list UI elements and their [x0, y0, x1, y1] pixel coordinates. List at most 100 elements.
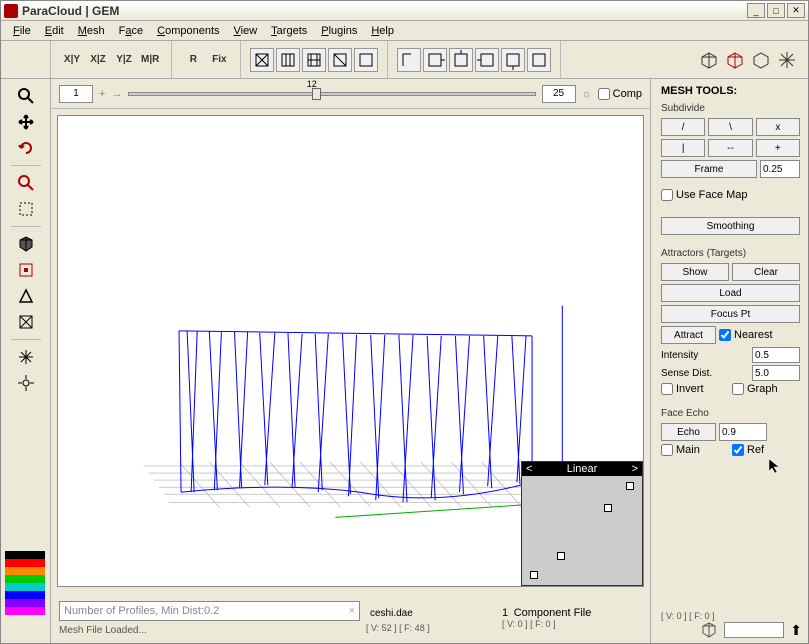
linear-title: Linear: [532, 463, 631, 475]
plus-icon[interactable]: +: [99, 88, 105, 100]
menu-targets[interactable]: Targets: [265, 23, 313, 39]
select-window-tool[interactable]: [15, 198, 37, 220]
sense-dist-label: Sense Dist.: [661, 368, 748, 379]
menubar: File Edit Mesh Face Components View Targ…: [1, 21, 808, 41]
echo-input[interactable]: [719, 423, 767, 441]
curve-point-1[interactable]: [626, 482, 634, 490]
slider-handle[interactable]: [312, 88, 321, 100]
use-face-map-checkbox[interactable]: Use Face Map: [661, 189, 800, 201]
menu-file[interactable]: File: [7, 23, 37, 39]
viewport[interactable]: < Linear >: [57, 115, 644, 587]
axis-yz-button[interactable]: Y|Z: [112, 48, 136, 72]
panel-next-icon[interactable]: >: [632, 463, 638, 475]
frame-input[interactable]: [760, 160, 800, 178]
curve-point-2[interactable]: [604, 504, 612, 512]
curve-point-3[interactable]: [557, 552, 565, 560]
graph-checkbox[interactable]: Graph: [732, 383, 800, 395]
nav-btn-4[interactable]: [475, 48, 499, 72]
minus-icon[interactable]: →: [111, 88, 122, 100]
profiles-status: Number of Profiles, Min Dist:0.2×: [59, 601, 360, 621]
intensity-label: Intensity: [661, 350, 748, 361]
echo-button[interactable]: Echo: [661, 423, 716, 441]
intensity-input[interactable]: [752, 347, 800, 363]
pan-tool[interactable]: [15, 111, 37, 133]
subdiv-plus-button[interactable]: +: [756, 139, 800, 157]
color-palette[interactable]: [5, 551, 45, 615]
menu-components[interactable]: Components: [151, 23, 225, 39]
target-tool[interactable]: [15, 372, 37, 394]
nav-btn-6[interactable]: [527, 48, 551, 72]
fix-button[interactable]: Fix: [207, 48, 231, 72]
status-bar: Number of Profiles, Min Dist:0.2× Mesh F…: [51, 593, 650, 643]
main-checkbox[interactable]: Main: [661, 444, 729, 456]
minimize-button[interactable]: _: [747, 3, 765, 18]
slider-left-value[interactable]: [59, 85, 93, 103]
render-mode-5[interactable]: [354, 48, 378, 72]
render-mode-2[interactable]: [276, 48, 300, 72]
linear-panel[interactable]: < Linear >: [521, 461, 643, 586]
vf-count-1: [ V: 52 ] [ F: 48 ]: [366, 623, 496, 633]
r-button[interactable]: R: [181, 48, 205, 72]
bottom-input[interactable]: [724, 622, 784, 638]
window-title: ParaCloud | GEM: [22, 4, 747, 18]
axis-xz-button[interactable]: X|Z: [86, 48, 110, 72]
comp-checkbox[interactable]: Comp: [598, 88, 642, 100]
zoom-extents-tool[interactable]: [15, 172, 37, 194]
close-button[interactable]: ✕: [787, 3, 805, 18]
cube-icon-2[interactable]: [723, 48, 747, 72]
sense-dist-input[interactable]: [752, 365, 800, 381]
titlebar: ParaCloud | GEM _ □ ✕: [1, 1, 808, 21]
mesh-tools-title: MESH TOOLS:: [661, 85, 800, 97]
menu-plugins[interactable]: Plugins: [315, 23, 363, 39]
focus-pt-button[interactable]: Focus Pt: [661, 305, 800, 323]
menu-mesh[interactable]: Mesh: [72, 23, 111, 39]
right-panel: MESH TOOLS: Subdivide / \ x | -- + Frame…: [650, 79, 808, 643]
ref-checkbox[interactable]: Ref: [732, 444, 800, 456]
show-button[interactable]: Show: [661, 263, 729, 281]
nearest-checkbox[interactable]: Nearest: [719, 326, 800, 344]
render-mode-4[interactable]: [328, 48, 352, 72]
star-tool[interactable]: [15, 346, 37, 368]
menu-help[interactable]: Help: [365, 23, 400, 39]
rotate-tool[interactable]: [15, 137, 37, 159]
upload-icon[interactable]: ⬆: [790, 622, 802, 639]
subdiv-bslash-button[interactable]: \: [708, 118, 752, 136]
invert-checkbox[interactable]: Invert: [661, 383, 729, 395]
render-mode-3[interactable]: [302, 48, 326, 72]
frame-button[interactable]: Frame: [661, 160, 757, 178]
axis-mr-button[interactable]: M|R: [138, 48, 162, 72]
triangle-tool[interactable]: [15, 285, 37, 307]
subdiv-slash-button[interactable]: /: [661, 118, 705, 136]
subdiv-hbar-button[interactable]: --: [708, 139, 752, 157]
snowflake-icon[interactable]: [775, 48, 799, 72]
cube-icon-3[interactable]: [749, 48, 773, 72]
zoom-tool[interactable]: [15, 85, 37, 107]
slider-track[interactable]: 12: [128, 92, 535, 96]
load-button[interactable]: Load: [661, 284, 800, 302]
nav-btn-2[interactable]: [423, 48, 447, 72]
maximize-button[interactable]: □: [767, 3, 785, 18]
curve-point-4[interactable]: [530, 571, 538, 579]
menu-edit[interactable]: Edit: [39, 23, 70, 39]
nav-btn-5[interactable]: [501, 48, 525, 72]
menu-face[interactable]: Face: [113, 23, 149, 39]
sun-icon[interactable]: ☼: [582, 88, 592, 100]
cube-icon-1[interactable]: [697, 48, 721, 72]
menu-view[interactable]: View: [228, 23, 264, 39]
comp-num: 1: [502, 607, 508, 619]
clear-button[interactable]: Clear: [732, 263, 800, 281]
slider-right-value[interactable]: [542, 85, 576, 103]
attract-button[interactable]: Attract: [661, 326, 716, 344]
render-mode-1[interactable]: [250, 48, 274, 72]
file-name: ceshi.dae: [366, 603, 496, 623]
nav-btn-3[interactable]: [449, 48, 473, 72]
subdiv-x-button[interactable]: x: [756, 118, 800, 136]
axis-xy-button[interactable]: X|Y: [60, 48, 84, 72]
smoothing-button[interactable]: Smoothing: [661, 217, 800, 235]
nav-btn-1[interactable]: [397, 48, 421, 72]
point-tool[interactable]: [15, 259, 37, 281]
quad-tool[interactable]: [15, 311, 37, 333]
subdiv-vbar-button[interactable]: |: [661, 139, 705, 157]
cube-icon-small[interactable]: [700, 621, 718, 639]
cube-tool[interactable]: [15, 233, 37, 255]
